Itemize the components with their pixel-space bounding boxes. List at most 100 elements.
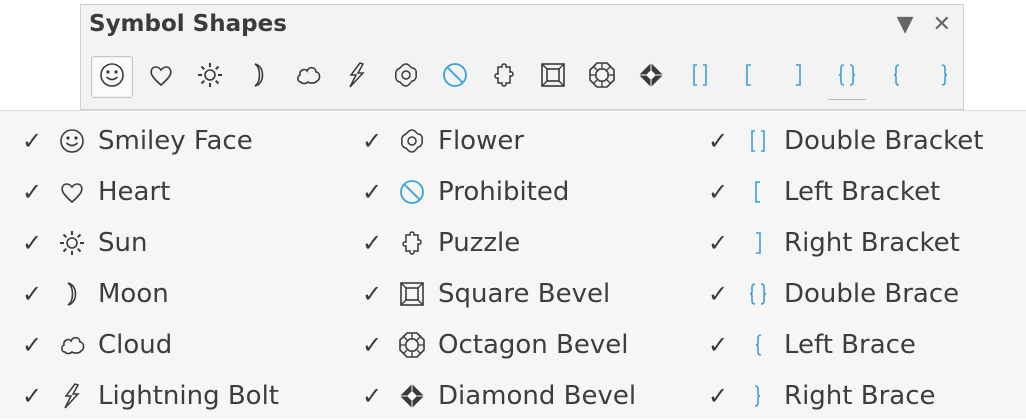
menu-item-left-bracket[interactable]: ✓ Left Bracket: [708, 168, 940, 216]
toolbar-button-cloud[interactable]: [287, 56, 329, 98]
menu-item-label: Double Bracket: [784, 126, 984, 156]
toolbar-button-right-bracket[interactable]: [777, 56, 819, 98]
smiley-face-icon: [52, 121, 92, 161]
symbol-shapes-menu: ✓ Smiley Face ✓ Heart ✓ Sun ✓ Moon ✓ Cloud ✓ Lightn…: [0, 110, 1026, 419]
right-brace-icon: [738, 376, 778, 416]
menu-item-lightning-bolt[interactable]: ✓ Lightning Bolt: [22, 372, 279, 420]
menu-item-square-bevel[interactable]: ✓ Square Bevel: [362, 270, 610, 318]
toolbar-button-diamond-bevel[interactable]: [630, 56, 672, 98]
left-bracket-icon: [738, 172, 778, 212]
checkmark-icon: ✓: [362, 229, 383, 257]
toolbar-title: Symbol Shapes: [89, 11, 287, 37]
square-bevel-icon: [539, 61, 567, 93]
toolbar-icon-row: [91, 53, 973, 101]
menu-item-label: Square Bevel: [438, 279, 611, 309]
cloud-icon: [294, 61, 322, 93]
double-brace-icon: [833, 61, 861, 93]
menu-item-moon[interactable]: ✓ Moon: [22, 270, 169, 318]
sun-icon: [196, 61, 224, 93]
checkmark-icon: ✓: [362, 280, 383, 308]
cloud-icon: [52, 325, 92, 365]
checkmark-icon: ✓: [22, 127, 43, 155]
toolbar-button-sun[interactable]: [189, 56, 231, 98]
toolbar-button-double-brace[interactable]: [826, 56, 868, 100]
checkmark-icon: ✓: [22, 229, 43, 257]
left-bracket-icon: [735, 61, 763, 93]
toolbar-button-prohibited[interactable]: [434, 56, 476, 98]
menu-item-puzzle[interactable]: ✓ Puzzle: [362, 219, 520, 267]
checkmark-icon: ✓: [708, 280, 729, 308]
diamond-bevel-icon: [637, 61, 665, 93]
checkmark-icon: ✓: [362, 178, 383, 206]
toolbar-button-double-bracket[interactable]: [679, 56, 721, 98]
menu-item-double-bracket[interactable]: ✓ Double Bracket: [708, 117, 983, 165]
toolbar-button-square-bevel[interactable]: [532, 56, 574, 98]
moon-icon: [52, 274, 92, 314]
double-brace-icon: [738, 274, 778, 314]
right-bracket-icon: [784, 61, 812, 93]
toolbar-button-right-brace[interactable]: [924, 56, 966, 98]
toolbar-button-flower[interactable]: [385, 56, 427, 98]
menu-item-label: Sun: [98, 228, 148, 258]
menu-item-octagon-bevel[interactable]: ✓ Octagon Bevel: [362, 321, 628, 369]
octagon-bevel-icon: [392, 325, 432, 365]
menu-item-right-brace[interactable]: ✓ Right Brace: [708, 372, 935, 420]
menu-item-label: Heart: [98, 177, 171, 207]
checkmark-icon: ✓: [362, 127, 383, 155]
checkmark-icon: ✓: [708, 331, 729, 359]
checkmark-icon: ✓: [362, 382, 383, 410]
moon-icon: [245, 61, 273, 93]
menu-item-label: Puzzle: [438, 228, 521, 258]
menu-item-label: Double Brace: [784, 279, 960, 309]
toolbar-button-heart[interactable]: [140, 56, 182, 98]
toolbar-button-left-bracket[interactable]: [728, 56, 770, 98]
double-bracket-icon: [686, 61, 714, 93]
checkmark-icon: ✓: [22, 178, 43, 206]
menu-item-right-bracket[interactable]: ✓ Right Bracket: [708, 219, 960, 267]
diamond-bevel-icon: [392, 376, 432, 416]
menu-item-label: Smiley Face: [98, 126, 253, 156]
checkmark-icon: ✓: [708, 178, 729, 206]
checkmark-icon: ✓: [708, 127, 729, 155]
sun-icon: [52, 223, 92, 263]
menu-item-heart[interactable]: ✓ Heart: [22, 168, 170, 216]
menu-item-smiley-face[interactable]: ✓ Smiley Face: [22, 117, 253, 165]
toolbar-close-icon[interactable]: ✕: [933, 12, 951, 37]
menu-item-double-brace[interactable]: ✓ Double Brace: [708, 270, 959, 318]
prohibited-icon: [392, 172, 432, 212]
toolbar-button-puzzle[interactable]: [483, 56, 525, 98]
menu-item-label: Right Bracket: [784, 228, 960, 258]
toolbar-button-smiley-face[interactable]: [91, 56, 133, 98]
menu-item-left-brace[interactable]: ✓ Left Brace: [708, 321, 916, 369]
checkmark-icon: ✓: [22, 331, 43, 359]
menu-item-flower[interactable]: ✓ Flower: [362, 117, 524, 165]
symbol-shapes-toolbar: Symbol Shapes ▼ ✕: [80, 4, 964, 110]
menu-item-label: Diamond Bevel: [438, 381, 637, 411]
double-bracket-icon: [738, 121, 778, 161]
menu-item-label: Lightning Bolt: [98, 381, 279, 411]
toolbar-button-octagon-bevel[interactable]: [581, 56, 623, 98]
menu-item-label: Flower: [438, 126, 525, 156]
menu-item-label: Octagon Bevel: [438, 330, 629, 360]
toolbar-dropdown-icon[interactable]: ▼: [897, 12, 914, 37]
menu-item-sun[interactable]: ✓ Sun: [22, 219, 147, 267]
toolbar-button-lightning-bolt[interactable]: [336, 56, 378, 98]
heart-icon: [52, 172, 92, 212]
checkmark-icon: ✓: [708, 382, 729, 410]
toolbar-controls: ▼ ✕: [885, 12, 951, 37]
puzzle-icon: [392, 223, 432, 263]
menu-item-label: Left Bracket: [784, 177, 941, 207]
heart-icon: [147, 61, 175, 93]
flower-icon: [392, 121, 432, 161]
checkmark-icon: ✓: [22, 280, 43, 308]
menu-item-cloud[interactable]: ✓ Cloud: [22, 321, 172, 369]
toolbar-button-moon[interactable]: [238, 56, 280, 98]
lightning-bolt-icon: [343, 61, 371, 93]
prohibited-icon: [441, 61, 469, 93]
toolbar-button-left-brace[interactable]: [875, 56, 917, 98]
checkmark-icon: ✓: [22, 382, 43, 410]
menu-item-label: Left Brace: [784, 330, 916, 360]
menu-item-prohibited[interactable]: ✓ Prohibited: [362, 168, 569, 216]
menu-item-diamond-bevel[interactable]: ✓ Diamond Bevel: [362, 372, 636, 420]
right-brace-icon: [931, 61, 959, 93]
